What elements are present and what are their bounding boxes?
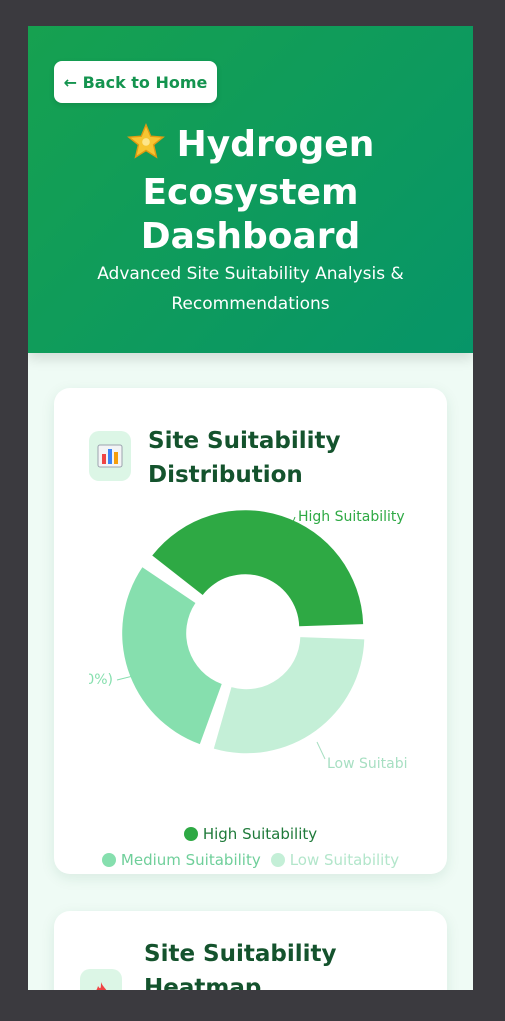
app-viewport: ← Back to Home Hydrogen Ecosystem Dashbo… [28, 26, 473, 990]
back-to-home-button[interactable]: ← Back to Home [54, 61, 217, 103]
donut-slice-medium[interactable] [122, 567, 222, 745]
heatmap-card-title: Site Suitability Heatmap [144, 937, 404, 990]
legend-label: High Suitability [202, 825, 318, 843]
distribution-card: Site Suitability Distribution High Suita… [54, 388, 447, 874]
suitability-donut-chart: High Suitability 0%) Low Suitabi [89, 508, 412, 808]
subtitle-line-2: Recommendations [171, 294, 330, 314]
donut-slice-low[interactable] [213, 637, 365, 754]
slice-label-high: High Suitability [298, 509, 405, 525]
legend-label: Low Suitability [289, 851, 400, 869]
title-line-3: Dashboard [140, 216, 361, 257]
heatmap-title-line-1: Site Suitability [144, 941, 337, 967]
page-title: Hydrogen Ecosystem Dashboard [28, 122, 473, 259]
bar-chart-icon [89, 431, 131, 481]
page-subtitle: Advanced Site Suitability Analysis & Rec… [68, 259, 433, 319]
slice-label-medium: 0%) [89, 672, 113, 688]
slice-label-low: Low Suitabi [327, 756, 408, 772]
title-line-1: Hydrogen [176, 124, 375, 165]
leader-line-low [316, 741, 326, 760]
legend-item-low[interactable]: Low Suitability [270, 851, 400, 869]
back-button-label: ← Back to Home [63, 72, 208, 92]
heatmap-title-line-2: Heatmap [144, 975, 262, 990]
star-icon [126, 122, 165, 171]
legend-row: Medium Suitability Low Suitability [54, 847, 447, 873]
distribution-card-title: Site Suitability Distribution [148, 424, 408, 492]
chart-legend: High Suitability Medium Suitability Low S… [54, 821, 447, 873]
distribution-title-line-2: Distribution [148, 462, 303, 488]
legend-swatch [270, 853, 285, 867]
dashboard-header: ← Back to Home Hydrogen Ecosystem Dashbo… [28, 26, 473, 353]
legend-item-high[interactable]: High Suitability [183, 825, 318, 843]
legend-swatch [101, 853, 116, 867]
legend-label: Medium Suitability [120, 851, 261, 869]
title-line-2: Ecosystem [142, 172, 359, 213]
legend-item-medium[interactable]: Medium Suitability [101, 851, 261, 869]
fire-icon [80, 969, 122, 990]
subtitle-line-1: Advanced Site Suitability Analysis & [97, 264, 404, 284]
heatmap-card: Site Suitability Heatmap [54, 911, 447, 990]
legend-swatch [183, 827, 198, 841]
distribution-title-line-1: Site Suitability [148, 428, 341, 454]
legend-row: High Suitability [54, 821, 447, 847]
